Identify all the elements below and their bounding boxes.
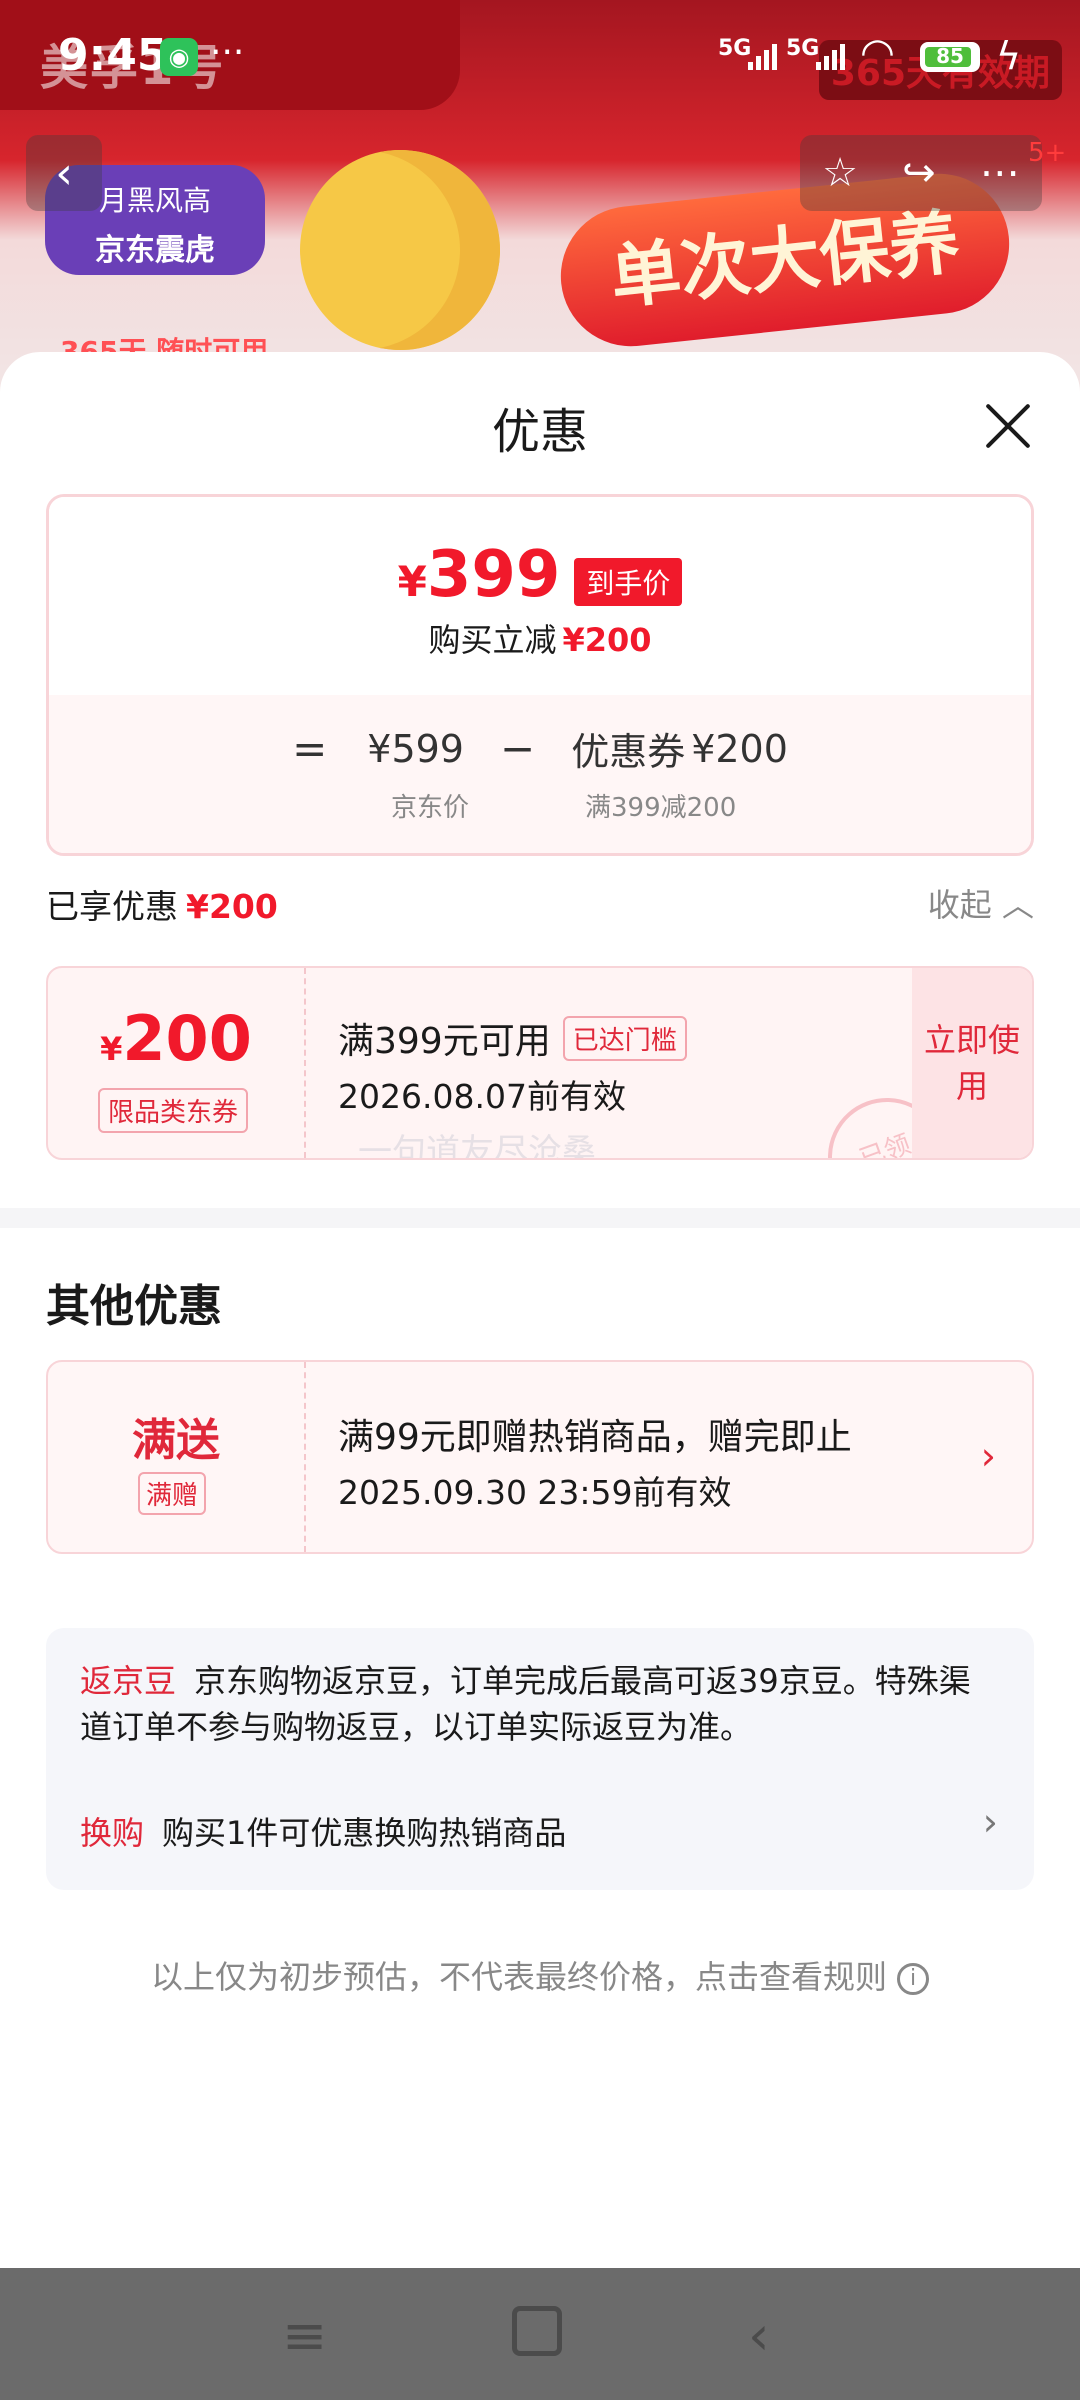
collapse-button[interactable]: 收起 ︿ — [928, 880, 1034, 926]
coupon-validity: 2026.08.07前有效 — [338, 1077, 626, 1116]
extra-benefits-box: 返京豆 京东购物返京豆，订单完成后最高可返39京豆。特殊渠道订单不参与购物返豆，以… — [46, 1628, 1034, 1890]
final-price-row: ¥399 到手价 — [49, 543, 1031, 614]
reduction-label: 购买立减 — [428, 621, 557, 659]
message-badge: 5+ — [1028, 138, 1067, 168]
wifi-icon: ◠ — [860, 30, 895, 76]
signal-bars-1-icon — [748, 40, 777, 70]
back-icon[interactable]: ‹ — [748, 2304, 770, 2367]
gift-type: 满送 — [132, 1415, 220, 1466]
clock: 9:45 — [58, 30, 168, 81]
more-notifications-icon: ··· — [210, 32, 245, 73]
coupon-amount: ¥200 — [48, 1002, 304, 1075]
swap-label: 换购 — [80, 1814, 145, 1852]
page-actions: ☆ ↪ ⋯ — [800, 135, 1042, 211]
gift-validity: 2025.09.30 23:59前有效 — [338, 1473, 732, 1512]
jd-price: ¥599 — [367, 726, 464, 771]
enjoyed-discount-row: 已享优惠 ¥200 收起 ︿ — [46, 880, 1034, 930]
close-button[interactable] — [982, 400, 1034, 452]
home-icon[interactable] — [512, 2306, 562, 2356]
rules-disclaimer[interactable]: 以上仅为初步预估，不代表最终价格，点击查看规则 i — [0, 1952, 1080, 1998]
promo-tag-line2: 京东震虎 — [95, 233, 215, 268]
coupon-amount-value: 200 — [122, 1002, 252, 1075]
coupon-condition-text: 满399元可用 — [338, 1021, 551, 1062]
instant-reduction: 购买立减 ¥200 — [49, 615, 1031, 661]
chevron-left-icon: ‹ — [55, 147, 73, 199]
final-price-value: 399 — [426, 538, 561, 612]
battery-level: 85 — [936, 44, 964, 68]
section-divider — [0, 1208, 1080, 1228]
jd-price-label: 京东价 — [391, 793, 470, 823]
reduction-value: ¥200 — [562, 621, 652, 659]
other-discounts-title: 其他优惠 — [46, 1281, 222, 1332]
collapse-label: 收起 — [927, 886, 992, 924]
signal-label-1: 5G — [718, 36, 752, 61]
battery-icon: 85 — [920, 42, 980, 72]
system-nav-bar: ≡ ‹ — [0, 2268, 1080, 2400]
chevron-right-icon: › — [980, 1434, 996, 1478]
coupon-currency: ¥ — [100, 1030, 123, 1068]
gift-sub-tag: 满赠 — [138, 1472, 207, 1515]
enjoyed-value: ¥200 — [186, 887, 278, 926]
jd-beans-row: 返京豆 京东购物返京豆，订单完成后最高可返39京豆。特殊渠道订单不参与购物返豆，以… — [80, 1658, 1000, 1750]
sheet-title: 优惠 — [491, 404, 588, 460]
coupon-left: ¥200 限品类东券 — [48, 968, 306, 1158]
disclaimer-text: 以上仅为初步预估，不代表最终价格，点击查看规则 — [150, 1958, 887, 1996]
final-price-currency: ¥ — [397, 557, 427, 606]
swap-row[interactable]: 换购 购买1件可优惠换购热销商品 — [80, 1808, 566, 1854]
price-card-top: ¥399 到手价 购买立减 ¥200 — [49, 497, 1031, 695]
use-now-button[interactable]: 立即使用 — [912, 968, 1032, 1158]
charging-icon: ϟ — [996, 34, 1022, 78]
jd-beans-text: 京东购物返京豆，订单完成后最高可返39京豆。特殊渠道订单不参与购物返豆，以订单实… — [80, 1662, 971, 1746]
coupon-value: ¥200 — [691, 726, 788, 771]
discount-sheet: 优惠 ¥399 到手价 购买立减 ¥200 = ¥599 − 优惠券 ¥200 京… — [0, 352, 1080, 2268]
jd-beans-label: 返京豆 — [80, 1662, 177, 1700]
price-card: ¥399 到手价 购买立减 ¥200 = ¥599 − 优惠券 ¥200 京东价 … — [46, 494, 1034, 856]
menu-icon[interactable]: ≡ — [282, 2304, 327, 2367]
moon-image — [300, 150, 500, 350]
wechat-icon: ◉ — [160, 38, 198, 76]
final-price-tag: 到手价 — [574, 558, 683, 606]
chevron-right-icon[interactable]: › — [983, 1800, 998, 1844]
enjoyed-label: 已享优惠 ¥200 — [46, 887, 278, 926]
threshold-reached-badge: 已达门槛 — [562, 1015, 687, 1061]
back-button[interactable]: ‹ — [26, 135, 102, 211]
coupon-limit-tag: 限品类东券 — [98, 1088, 249, 1133]
more-icon[interactable]: ⋯ — [980, 150, 1020, 196]
formula-row: = ¥599 − 优惠券 ¥200 — [49, 721, 1031, 776]
equals-sign: = — [292, 724, 328, 773]
coupon-condition: 满399减200 — [585, 793, 737, 823]
coupon-card: ¥200 限品类东券 满399元可用 已达门槛 2026.08.07前有效 已领… — [46, 966, 1034, 1160]
gift-description: 满99元即赠热销商品，赠完即止 — [338, 1417, 852, 1458]
gift-card[interactable]: 满送 满赠 满99元即赠热销商品，赠完即止 2025.09.30 23:59前有… — [46, 1360, 1034, 1554]
watermark: 一句道友尽沧桑 — [358, 1132, 596, 1160]
share-icon[interactable]: ↪ — [902, 150, 936, 196]
gift-left: 满送 满赠 — [48, 1362, 306, 1552]
enjoyed-text: 已享优惠 — [46, 887, 178, 926]
coupon-condition-row: 满399元可用 已达门槛 — [338, 1012, 687, 1064]
chevron-up-icon: ︿ — [1001, 886, 1034, 924]
minus-sign: − — [499, 724, 536, 773]
info-icon[interactable]: i — [897, 1963, 929, 1995]
swap-text: 购买1件可优惠换购热销商品 — [162, 1814, 567, 1852]
price-formula: = ¥599 − 优惠券 ¥200 京东价 满399减200 — [49, 695, 1031, 853]
status-bar: 9:45 ◉ ··· 5G 5G ◠ 85 ϟ — [0, 0, 1080, 110]
final-price: ¥399 — [398, 543, 561, 614]
signal-label-2: 5G — [786, 36, 820, 61]
coupon-label: 优惠券 — [571, 730, 686, 774]
star-icon[interactable]: ☆ — [822, 150, 858, 196]
signal-bars-2-icon — [816, 40, 845, 70]
